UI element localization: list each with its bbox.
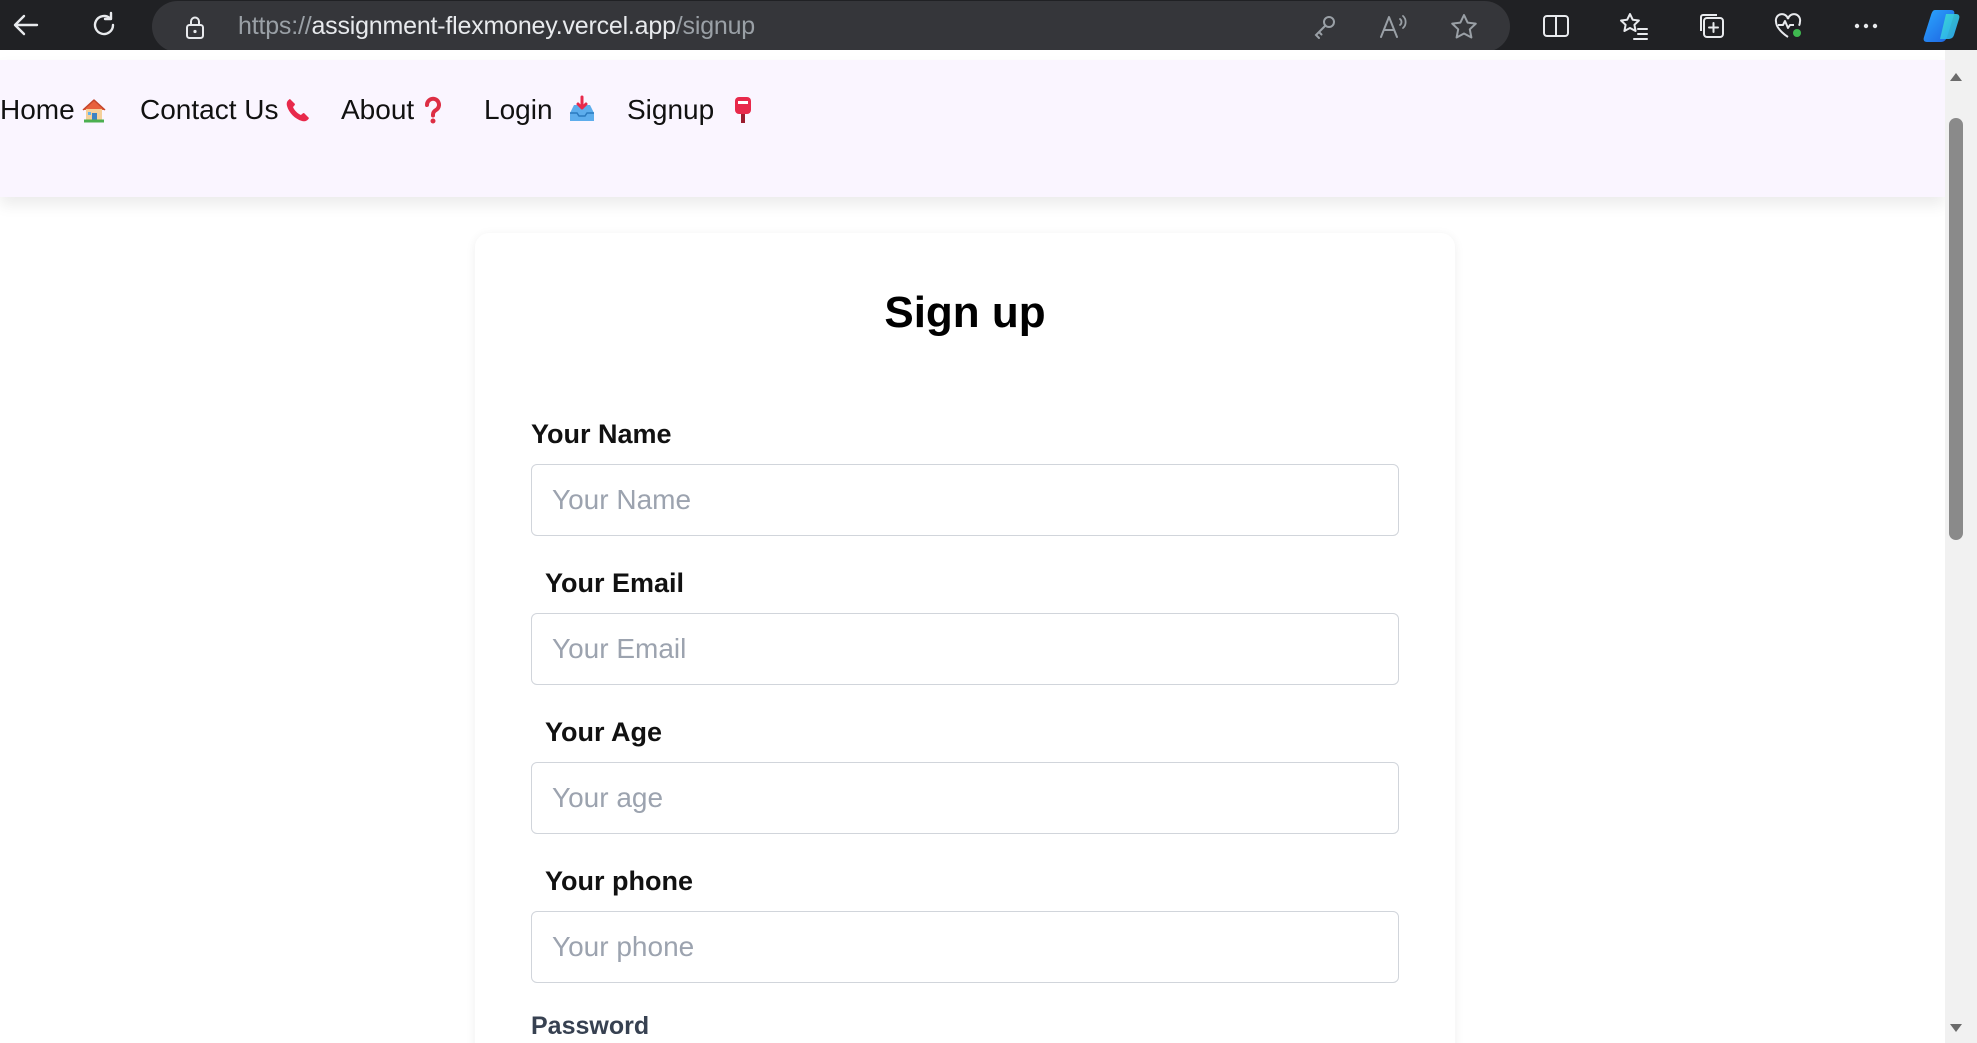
- nav-login-label: Login: [484, 94, 553, 125]
- red-question-mark-icon: [425, 96, 442, 124]
- url-host: assignment-flexmoney.vercel.app: [311, 12, 676, 40]
- more-menu-icon[interactable]: [1848, 8, 1884, 44]
- url-scheme: https://: [238, 12, 312, 40]
- favorite-star-icon[interactable]: [1448, 11, 1480, 43]
- browser-toolbar: https://assignment-flexmoney.vercel.app/…: [0, 0, 1977, 52]
- back-button[interactable]: [6, 6, 46, 44]
- page-title: Sign up: [884, 288, 1046, 337]
- collections-icon[interactable]: [1694, 8, 1730, 44]
- age-label: Your Age: [545, 717, 663, 747]
- nav-contact-label: Contact Us: [140, 94, 279, 125]
- postbox-icon: [735, 97, 752, 123]
- address-bar[interactable]: https://assignment-flexmoney.vercel.app/…: [152, 1, 1510, 52]
- house-icon: [82, 99, 106, 123]
- read-aloud-icon[interactable]: [1378, 11, 1410, 43]
- nav-link-about[interactable]: About: [341, 94, 448, 126]
- password-key-icon[interactable]: [1309, 11, 1341, 43]
- nav-signup-label: Signup: [627, 94, 715, 125]
- scroll-down-arrow-icon[interactable]: [1949, 1021, 1963, 1035]
- signup-card: Sign up Your Name Your Email Your Age Yo…: [475, 233, 1455, 1043]
- phone-input[interactable]: [531, 911, 1399, 983]
- password-label: Password: [531, 1012, 650, 1040]
- reload-button[interactable]: [84, 6, 124, 44]
- page-viewport: Home Contact Us About Login Signup Sign …: [0, 50, 1977, 1043]
- favorites-icon[interactable]: [1616, 8, 1652, 44]
- nav-link-home[interactable]: Home: [0, 94, 109, 126]
- phone-label: Your phone: [545, 866, 693, 896]
- email-input[interactable]: [531, 613, 1399, 685]
- nav-link-login[interactable]: Login: [484, 94, 597, 126]
- lock-icon[interactable]: [182, 14, 208, 40]
- split-screen-icon[interactable]: [1538, 8, 1574, 44]
- url-text[interactable]: https://assignment-flexmoney.vercel.app/…: [238, 12, 755, 41]
- scrollbar-thumb[interactable]: [1949, 118, 1963, 540]
- email-label: Your Email: [545, 568, 685, 598]
- page-scrollbar[interactable]: [1945, 50, 1977, 1043]
- reload-icon: [93, 11, 115, 36]
- name-label: Your Name: [531, 419, 672, 449]
- scroll-up-arrow-icon[interactable]: [1949, 70, 1963, 84]
- site-navbar: Home Contact Us About Login Signup: [0, 60, 1945, 197]
- telephone-receiver-icon: [286, 99, 309, 122]
- nav-about-label: About: [341, 94, 415, 125]
- back-arrow-icon: [13, 14, 39, 36]
- url-path: /signup: [675, 12, 756, 40]
- browser-essentials-icon[interactable]: [1771, 8, 1807, 44]
- inbox-tray-icon: [569, 95, 594, 121]
- nav-link-signup[interactable]: Signup: [627, 94, 758, 126]
- name-input[interactable]: [531, 464, 1399, 536]
- copilot-icon[interactable]: [1920, 4, 1964, 48]
- nav-link-contact[interactable]: Contact Us: [140, 94, 313, 126]
- age-input[interactable]: [531, 762, 1399, 834]
- nav-home-label: Home: [0, 94, 75, 125]
